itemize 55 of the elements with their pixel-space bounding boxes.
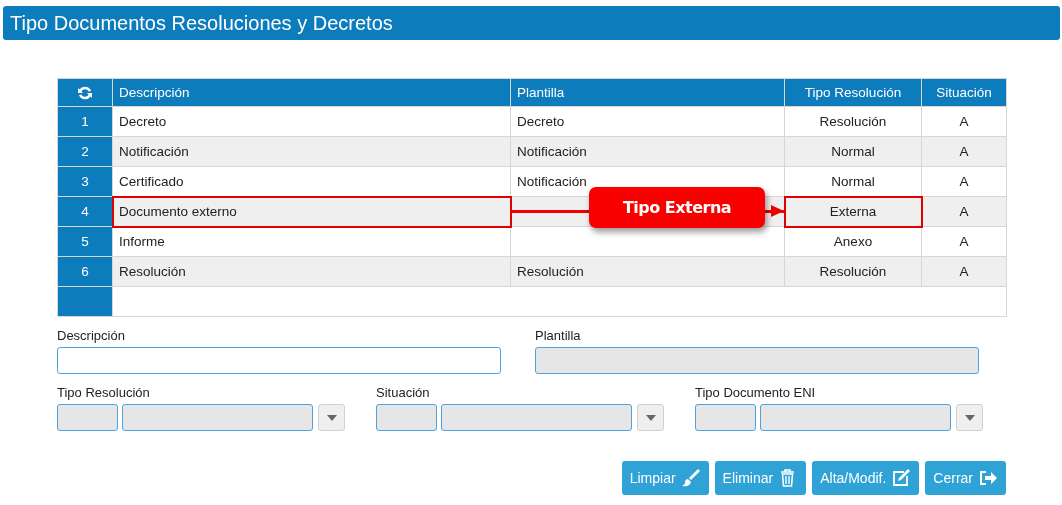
table-cell: Notificación — [510, 136, 785, 167]
table-cell: Resolución — [510, 256, 785, 287]
field-label: Tipo Documento ENI — [695, 384, 817, 402]
exit-icon — [978, 468, 998, 488]
row-number: 5 — [57, 226, 113, 257]
table-cell: Resolución — [784, 256, 922, 287]
caret-icon — [964, 414, 975, 421]
table-cell: A — [921, 136, 1007, 167]
table-cell: Normal — [784, 136, 922, 167]
window-title: Tipo Documentos Resoluciones y Decretos — [3, 6, 1060, 40]
row-number: 4 — [57, 196, 113, 227]
callout-label: Tipo Externa — [589, 187, 765, 228]
dropdown-button[interactable] — [956, 404, 983, 431]
dropdown-button[interactable] — [318, 404, 345, 431]
table-cell: Informe — [112, 226, 511, 257]
input-field — [57, 404, 118, 431]
table-cell: Normal — [784, 166, 922, 197]
caret-icon — [645, 414, 656, 421]
table-cell: Externa — [784, 196, 922, 227]
table-cell: Decreto — [112, 106, 511, 137]
row-number: 1 — [57, 106, 113, 137]
table-cell: Resolución — [112, 256, 511, 287]
table-cell: Anexo — [784, 226, 922, 257]
table-cell: Decreto — [510, 106, 785, 137]
input-field — [376, 404, 437, 431]
field-label: Plantilla — [535, 327, 582, 345]
table-cell: A — [921, 106, 1007, 137]
dropdown-button[interactable] — [637, 404, 664, 431]
action-button[interactable]: Limpiar — [621, 461, 709, 495]
brush-icon — [680, 468, 701, 488]
table-cell: A — [921, 196, 1007, 227]
table-cell: Certificado — [112, 166, 511, 197]
input-field[interactable] — [57, 347, 501, 374]
action-button[interactable]: Cerrar — [925, 461, 1006, 495]
table-cell: A — [921, 166, 1007, 197]
table-cell: A — [921, 226, 1007, 257]
table-cell: Resolución — [784, 106, 922, 137]
column-header: Plantilla — [510, 78, 785, 107]
column-header: Tipo Resolución — [784, 78, 922, 107]
input-field — [695, 404, 756, 431]
column-header: Descripción — [112, 78, 511, 107]
column-header: Situación — [921, 78, 1007, 107]
field-label: Situación — [376, 384, 431, 402]
table-cell: A — [921, 256, 1007, 287]
caret-icon — [326, 414, 337, 421]
row-number: 3 — [57, 166, 113, 197]
field-label: Descripción — [57, 327, 126, 345]
row-number: 2 — [57, 136, 113, 167]
action-button[interactable]: Eliminar — [714, 461, 807, 495]
action-button[interactable]: Alta/Modif. — [812, 461, 920, 495]
table-cell: Notificación — [112, 136, 511, 167]
edit-icon — [891, 468, 912, 488]
field-label: Tipo Resolución — [57, 384, 151, 402]
row-number: 6 — [57, 256, 113, 287]
table-cell: Documento externo — [112, 196, 511, 227]
